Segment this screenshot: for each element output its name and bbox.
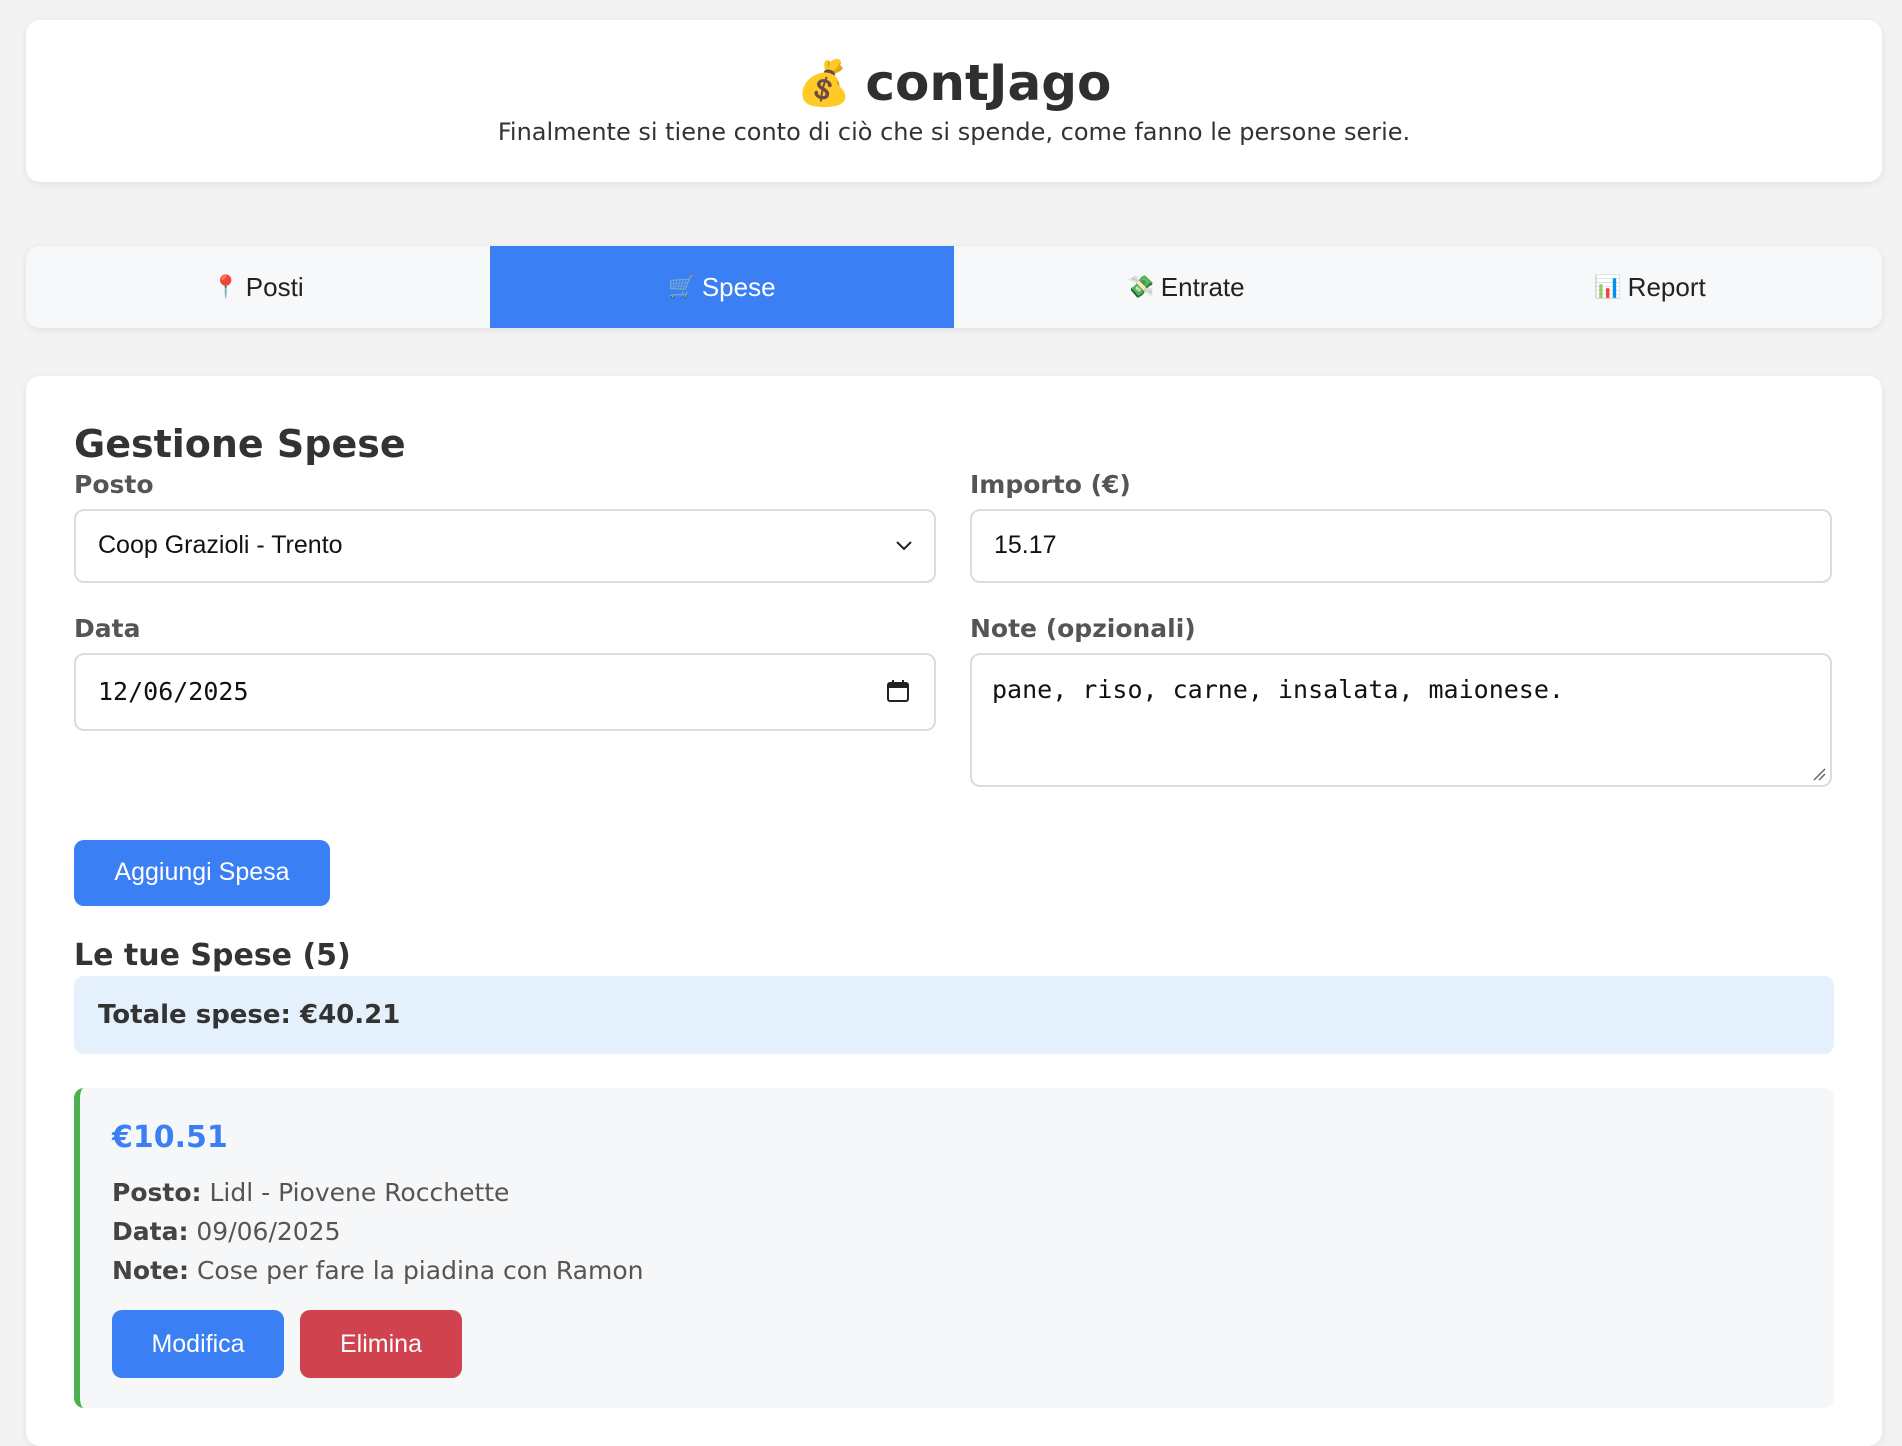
tab-label: Report — [1627, 271, 1706, 302]
importo-value: 15.17 — [994, 531, 1057, 560]
data-input[interactable]: 12/06/2025 — [74, 652, 936, 731]
note-value: pane, riso, carne, insalata, maionese. — [992, 674, 1564, 704]
delete-expense-button[interactable]: Elimina — [300, 1310, 462, 1378]
resize-handle-icon[interactable] — [1812, 767, 1826, 781]
importo-input[interactable]: 15.17 — [970, 508, 1832, 583]
note-field: Note (opzionali) pane, riso, carne, insa… — [970, 614, 1832, 787]
posto-select[interactable]: Coop Grazioli - Trento — [74, 508, 936, 583]
tab-posti[interactable]: 📍 Posti — [26, 246, 490, 328]
app-title: 💰 contJago — [26, 54, 1882, 112]
posto-label: Posto — [74, 469, 154, 499]
tab-spese[interactable]: 🛒 Spese — [490, 246, 954, 328]
expense-item: €10.51 Posto: Lidl - Piovene Rocchette D… — [74, 1088, 1834, 1408]
chevron-down-icon — [896, 541, 912, 551]
total-expenses-box: Totale spese: €40.21 — [74, 976, 1834, 1054]
tab-label: Entrate — [1160, 271, 1245, 302]
tab-label: Posti — [245, 271, 304, 302]
tab-report[interactable]: 📊 Report — [1418, 246, 1882, 328]
expense-data-row: Data: 09/06/2025 — [112, 1212, 1802, 1251]
expense-note-row: Note: Cose per fare la piadina con Ramon — [112, 1251, 1802, 1290]
importo-field: Importo (€) 15.17 — [970, 470, 1832, 583]
tab-entrate[interactable]: 💸 Entrate — [954, 246, 1418, 328]
expense-posto-label: Posto: — [112, 1178, 202, 1207]
data-field: Data 12/06/2025 — [74, 614, 936, 731]
expenses-list-title: Le tue Spese (5) — [74, 938, 351, 973]
note-textarea[interactable]: pane, riso, carne, insalata, maionese. — [970, 652, 1832, 787]
expense-data: 09/06/2025 — [196, 1217, 341, 1246]
page-title: Gestione Spese — [74, 422, 406, 466]
app-title-text: contJago — [865, 54, 1112, 112]
data-label: Data — [74, 613, 141, 643]
edit-expense-button[interactable]: Modifica — [112, 1310, 284, 1378]
add-expense-button[interactable]: Aggiungi Spesa — [74, 839, 330, 906]
money-wings-icon: 💸 — [1127, 274, 1155, 299]
expense-data-label: Data: — [112, 1217, 189, 1246]
calendar-icon[interactable] — [886, 679, 910, 703]
app-header: 💰 contJago Finalmente si tiene conto di … — [26, 20, 1882, 182]
importo-label: Importo (€) — [970, 469, 1131, 499]
tab-label: Spese — [701, 271, 776, 302]
app-subtitle: Finalmente si tiene conto di ciò che si … — [497, 118, 1411, 146]
expense-note-label: Note: — [112, 1256, 190, 1285]
expense-note: Cose per fare la piadina con Ramon — [196, 1256, 644, 1285]
tab-bar: 📍 Posti 🛒 Spese 💸 Entrate 📊 Report — [26, 246, 1882, 328]
expenses-panel: Gestione Spese Posto Coop Grazioli - Tre… — [26, 376, 1882, 1446]
expense-posto-row: Posto: Lidl - Piovene Rocchette — [112, 1173, 1802, 1212]
expense-amount: €10.51 — [112, 1120, 228, 1155]
pin-icon: 📍 — [212, 274, 240, 299]
posto-selected-value: Coop Grazioli - Trento — [98, 531, 343, 560]
cart-icon: 🛒 — [668, 274, 696, 299]
expense-actions: Modifica Elimina — [112, 1310, 1802, 1378]
money-bag-icon: 💰 — [796, 58, 852, 109]
bar-chart-icon: 📊 — [1594, 274, 1622, 299]
posto-field: Posto Coop Grazioli - Trento — [74, 470, 936, 583]
expense-posto: Lidl - Piovene Rocchette — [209, 1178, 510, 1207]
note-label: Note (opzionali) — [970, 613, 1196, 643]
data-value: 12/06/2025 — [98, 677, 249, 707]
total-expenses-text: Totale spese: €40.21 — [98, 1000, 401, 1030]
